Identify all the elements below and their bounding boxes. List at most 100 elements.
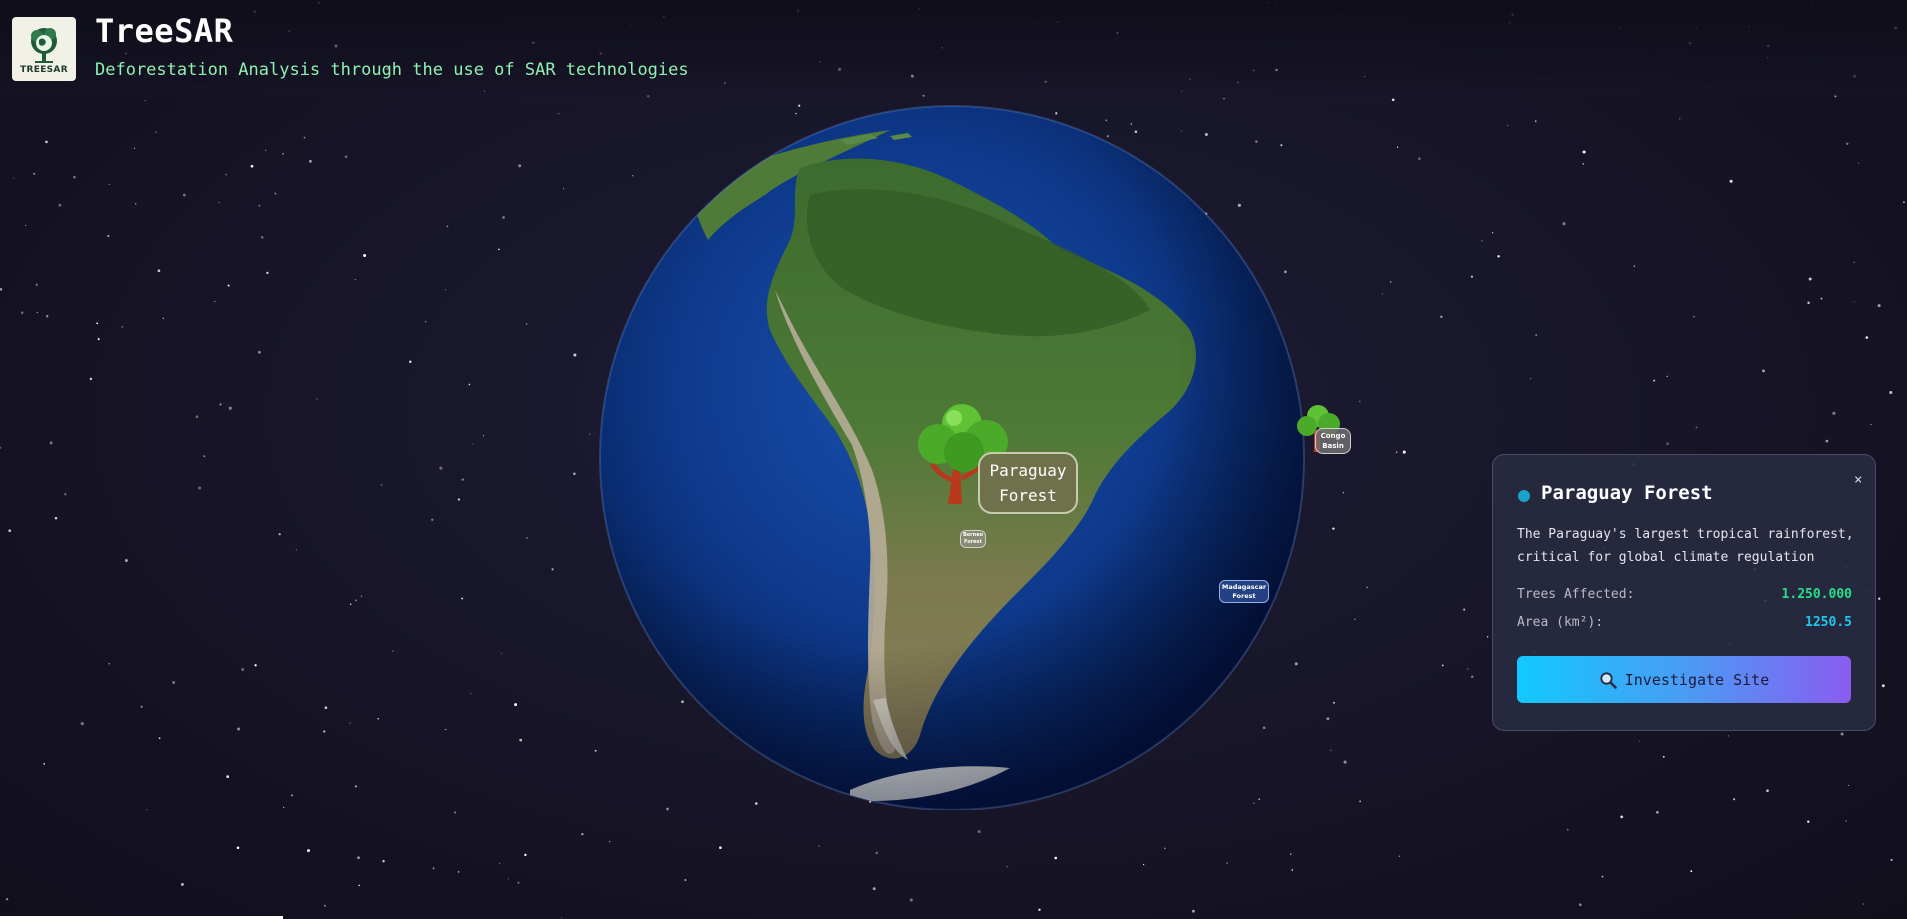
magnifier-icon [1600,671,1617,689]
star [446,225,449,228]
star [1870,424,1872,426]
star [108,183,110,186]
star [1332,701,1336,704]
star [1470,675,1474,679]
star [1578,903,1582,907]
star [54,516,58,520]
investigate-site-button[interactable]: Investigate Site [1517,656,1851,703]
marker-label-congo[interactable]: Congo Basin [1315,428,1351,454]
star [1762,369,1765,373]
marker-label-madagascar[interactable]: Madagascar Forest [1219,580,1269,603]
star [1633,265,1635,267]
star [439,466,443,470]
star [1291,869,1294,871]
star [525,323,528,325]
star [1878,597,1881,600]
star [349,722,351,724]
star [1840,732,1844,736]
star [35,283,38,286]
star [219,403,222,406]
star [1890,858,1893,861]
star [241,668,245,671]
star [1164,847,1166,849]
star [1666,375,1668,378]
star [155,131,157,133]
trees-affected-value: 1.250.000 [1781,587,1852,602]
star [560,917,563,919]
star [266,271,269,275]
star [236,846,240,850]
star [303,136,306,139]
close-icon[interactable]: × [1854,472,1862,488]
star [306,849,311,853]
star [445,728,447,731]
app-logo[interactable]: TREESAR [12,17,76,81]
star [508,878,510,880]
star [140,705,143,709]
star [158,737,161,740]
star [977,829,981,834]
star [1440,315,1443,318]
star [1354,618,1356,620]
star [237,727,241,731]
star [1534,120,1537,123]
star [1695,426,1698,429]
star [608,840,611,843]
star [1332,527,1335,530]
app-title: TreeSAR [95,12,234,50]
star [518,164,522,168]
star [203,455,206,458]
star [1402,450,1406,454]
site-info-panel: Paraguay Forest × The Paraguay's largest… [1492,454,1876,731]
marker-label-borneo[interactable]: Borneo Forest [960,530,986,548]
star [1848,784,1850,786]
star [468,383,471,386]
star [1038,908,1041,911]
star [558,112,560,115]
marker-label-paraguay[interactable]: Paraguay Forest [978,452,1078,514]
star [409,360,412,363]
star [1497,255,1500,258]
panel-title: Paraguay Forest [1541,482,1713,504]
star [1766,789,1769,793]
star [5,898,9,901]
star [360,595,363,597]
star [124,559,128,562]
star [278,533,281,536]
star [250,164,254,168]
star [282,153,284,155]
star [1582,163,1585,165]
star [1441,664,1444,667]
star [470,692,472,695]
star [1846,142,1849,145]
star [502,216,505,219]
star [1729,179,1733,183]
app-root: TREESAR TreeSAR Deforestation Analysis t… [0,0,1907,919]
star [46,315,49,318]
star [226,775,230,779]
star [581,833,584,836]
star [872,887,876,891]
star [45,140,48,144]
star [1567,829,1569,831]
star [517,881,520,884]
star [1491,232,1494,234]
star [135,203,137,205]
star [875,851,878,855]
star [1006,866,1008,868]
star [500,652,502,654]
star [354,278,356,280]
star [482,435,485,437]
star [89,377,93,381]
star [1679,118,1681,120]
star [1396,146,1399,148]
star [1865,336,1869,339]
star [24,224,27,227]
star [228,406,232,410]
star [461,597,464,600]
star [719,846,722,850]
star [295,549,298,551]
star [1398,855,1400,857]
star [1466,668,1469,670]
star [260,236,264,239]
